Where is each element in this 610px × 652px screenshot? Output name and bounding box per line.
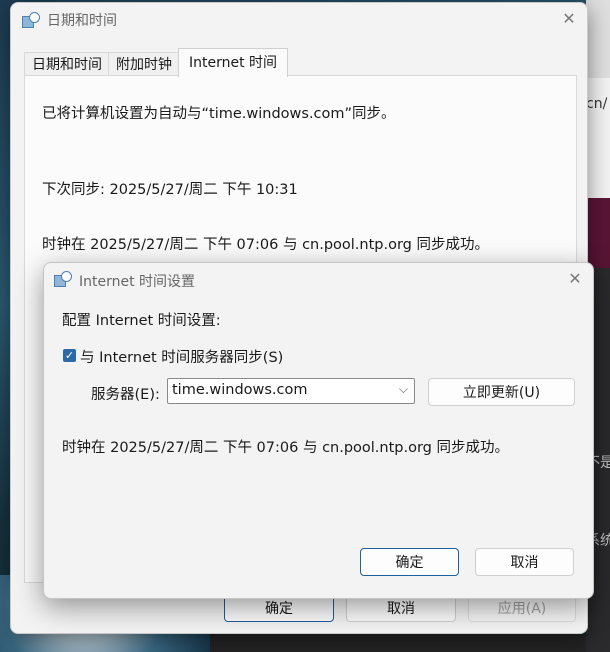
title-bar: 日期和时间 ✕ (11, 3, 587, 37)
window-title: 日期和时间 (47, 13, 117, 29)
config-heading: 配置 Internet 时间设置: (62, 313, 221, 329)
tab-date-time[interactable]: 日期和时间 (24, 52, 110, 77)
checkmark-icon[interactable]: ✓ (63, 349, 76, 362)
server-select[interactable]: time.windows.com ⌵ (167, 378, 415, 404)
close-icon[interactable]: ✕ (562, 266, 588, 292)
server-value: time.windows.com (172, 382, 308, 398)
ok-button[interactable]: 确定 (360, 548, 459, 576)
background-text-fragment: cn/ (586, 96, 608, 112)
cancel-button[interactable]: 取消 (475, 548, 574, 576)
sync-config-text: 已将计算机设置为自动与“time.windows.com”同步。 (42, 106, 396, 122)
sync-status-text: 时钟在 2025/5/27/周二 下午 07:06 与 cn.pool.ntp.… (62, 440, 509, 456)
date-time-settings-icon (54, 271, 72, 289)
tab-internet-time[interactable]: Internet 时间 (178, 48, 288, 77)
chevron-down-icon: ⌵ (398, 382, 408, 396)
window-title: Internet 时间设置 (79, 274, 196, 290)
tab-additional-clocks[interactable]: 附加时钟 (108, 52, 180, 77)
date-time-settings-icon (22, 12, 40, 30)
internet-time-settings-dialog: Internet 时间设置 ✕ 配置 Internet 时间设置: ✓ 与 In… (43, 262, 594, 599)
server-label: 服务器(E): (91, 387, 160, 403)
title-bar: Internet 时间设置 ✕ (44, 263, 593, 297)
taskbar-fragment (210, 634, 586, 652)
close-icon[interactable]: ✕ (556, 6, 582, 32)
next-sync-text: 下次同步: 2025/5/27/周二 下午 10:31 (42, 182, 298, 198)
last-sync-text: 时钟在 2025/5/27/周二 下午 07:06 与 cn.pool.ntp.… (42, 237, 489, 253)
sync-checkbox-label[interactable]: 与 Internet 时间服务器同步(S) (80, 346, 283, 367)
update-now-button[interactable]: 立即更新(U) (428, 378, 575, 406)
